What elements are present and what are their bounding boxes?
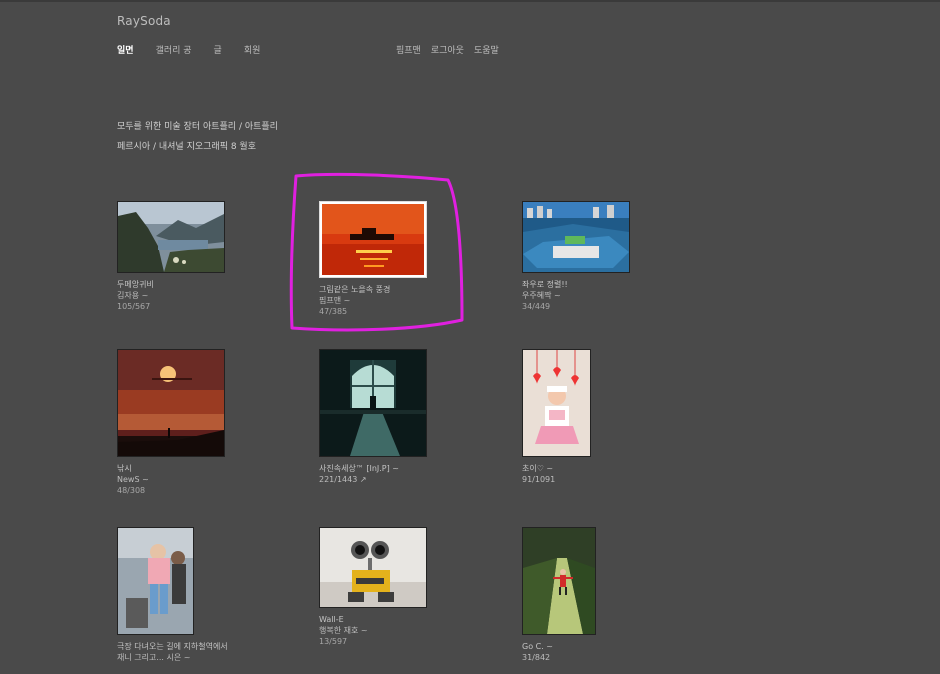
nav-posts[interactable]: 글 xyxy=(214,43,222,56)
user-nav: 핌프맨 로그아웃 도움말 xyxy=(396,43,509,56)
item-title[interactable]: Wall-E xyxy=(319,614,427,625)
nav-username[interactable]: 핌프맨 xyxy=(396,43,421,56)
gallery-meta: 초이♡ ~ 91/1091 xyxy=(522,463,591,496)
item-author[interactable]: NewS ~ xyxy=(117,474,225,485)
gallery-meta: 극장 다녀오는 길에 지하철역에서 재니 그리고... 시은 ~ xyxy=(117,641,228,674)
nav-gallery[interactable]: 갤러리 공 xyxy=(156,43,192,56)
item-author[interactable]: 김자용 ~ xyxy=(117,290,225,301)
nav-home[interactable]: 일면 xyxy=(117,43,134,56)
item-count xyxy=(319,485,427,496)
gallery-item: 초이♡ ~ 91/1091 xyxy=(522,349,591,496)
gallery-thumbnail[interactable] xyxy=(319,349,427,457)
item-title[interactable]: 두메앙귀비 xyxy=(117,279,225,290)
gallery-item: 그림같은 노을속 풍경 핌프맨 ~ 47/385 xyxy=(319,201,427,317)
item-count xyxy=(522,485,591,496)
gallery-thumbnail[interactable] xyxy=(117,201,225,273)
item-title[interactable]: 좌우로 정렬!! xyxy=(522,279,630,290)
item-author[interactable]: 핌프맨 ~ xyxy=(319,295,427,306)
gallery-item: 두메앙귀비 김자용 ~ 105/567 xyxy=(117,201,225,312)
intro-link-1[interactable]: 모두를 위한 미술 장터 아트플리 / 아트플리 xyxy=(117,122,278,132)
intro-line-1: 모두를 위한 미술 장터 아트플리 / 아트플리 xyxy=(117,119,278,132)
intro-link-2[interactable]: 페르시아 / 내셔널 지오그래픽 8 월호 xyxy=(117,142,256,152)
gallery-item: 낚시 NewS ~ 48/308 xyxy=(117,349,225,496)
gallery-item: Go C. ~ 31/842 xyxy=(522,527,596,674)
gallery-meta: 그림같은 노을속 풍경 핌프맨 ~ 47/385 xyxy=(319,284,427,317)
gallery-meta: 두메앙귀비 김자용 ~ 105/567 xyxy=(117,279,225,312)
gallery-thumbnail[interactable] xyxy=(319,527,427,608)
gallery-thumbnail[interactable] xyxy=(117,349,225,457)
top-border xyxy=(0,0,940,2)
item-title[interactable]: 그림같은 노을속 풍경 xyxy=(319,284,427,295)
gallery-item: Wall-E 행복한 재호 ~ 13/597 xyxy=(319,527,427,647)
item-title[interactable]: 낚시 xyxy=(117,463,225,474)
gallery-meta: Go C. ~ 31/842 xyxy=(522,641,596,674)
gallery-item: 사진속세상™ [InJ.P] ~ 221/1443 ↗ xyxy=(319,349,427,496)
item-count: 105/567 xyxy=(117,302,151,311)
item-count: 47/385 xyxy=(319,307,348,316)
item-author[interactable]: 221/1443 ↗ xyxy=(319,474,427,485)
main-nav: 일면 갤러리 공 글 회원 xyxy=(117,43,282,56)
item-count: 13/597 xyxy=(319,637,348,646)
site-logo[interactable]: RaySoda xyxy=(117,14,171,28)
gallery-item: 극장 다녀오는 길에 지하철역에서 재니 그리고... 시은 ~ xyxy=(117,527,228,674)
item-author[interactable]: 행복한 재호 ~ xyxy=(319,625,427,636)
gallery-meta: Wall-E 행복한 재호 ~ 13/597 xyxy=(319,614,427,647)
item-count xyxy=(117,663,228,674)
gallery-thumbnail[interactable] xyxy=(522,527,596,635)
item-author[interactable]: 31/842 xyxy=(522,652,596,663)
gallery-thumbnail[interactable] xyxy=(522,349,591,457)
gallery-meta: 사진속세상™ [InJ.P] ~ 221/1443 ↗ xyxy=(319,463,427,496)
item-count: 34/449 xyxy=(522,302,551,311)
item-author[interactable]: 우주혜짝 ~ xyxy=(522,290,630,301)
gallery-thumbnail[interactable] xyxy=(522,201,630,273)
gallery-thumbnail[interactable] xyxy=(319,201,427,278)
item-author[interactable]: 재니 그리고... 시은 ~ xyxy=(117,652,228,663)
item-title[interactable]: 사진속세상™ [InJ.P] ~ xyxy=(319,463,427,474)
item-title[interactable]: 초이♡ ~ xyxy=(522,463,591,474)
gallery-meta: 좌우로 정렬!! 우주혜짝 ~ 34/449 xyxy=(522,279,630,312)
gallery-meta: 낚시 NewS ~ 48/308 xyxy=(117,463,225,496)
item-count xyxy=(522,663,596,674)
gallery-item: 좌우로 정렬!! 우주혜짝 ~ 34/449 xyxy=(522,201,630,312)
nav-logout[interactable]: 로그아웃 xyxy=(431,43,464,56)
item-author[interactable]: 91/1091 xyxy=(522,474,591,485)
intro-line-2: 페르시아 / 내셔널 지오그래픽 8 월호 xyxy=(117,139,256,152)
nav-members[interactable]: 회원 xyxy=(244,43,261,56)
item-title[interactable]: Go C. ~ xyxy=(522,641,596,652)
gallery-thumbnail[interactable] xyxy=(117,527,194,635)
item-title[interactable]: 극장 다녀오는 길에 지하철역에서 xyxy=(117,641,228,652)
nav-help[interactable]: 도움말 xyxy=(474,43,499,56)
item-count: 48/308 xyxy=(117,486,146,495)
